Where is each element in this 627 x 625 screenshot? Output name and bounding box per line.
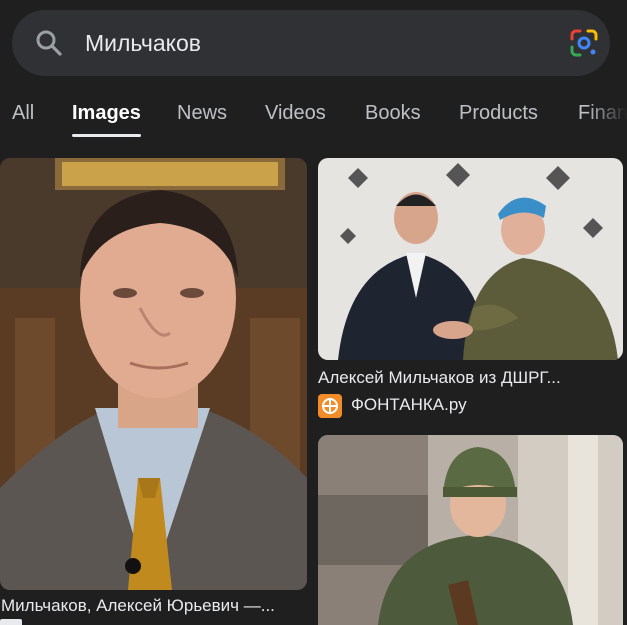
result-1-source-icon [0, 619, 22, 625]
tab-news[interactable]: News [177, 102, 227, 125]
soldier-photo [318, 435, 623, 625]
search-bar[interactable]: Мильчаков [12, 10, 610, 76]
result-image-2[interactable] [318, 158, 623, 360]
result-image-3[interactable] [318, 435, 623, 625]
portrait-photo [0, 158, 307, 590]
tab-all[interactable]: All [12, 102, 34, 125]
result-caption-2[interactable]: Алексей Мильчаков из ДШРГ... [318, 368, 561, 388]
tabs-fade [587, 98, 627, 138]
tab-videos[interactable]: Videos [265, 102, 326, 125]
result-caption-1[interactable]: Мильчаков, Алексей Юрьевич —... [1, 596, 275, 616]
fontanka-favicon-icon [318, 394, 342, 418]
source-name: ФОНТАНКА.ру [351, 395, 467, 414]
handshake-photo [318, 158, 623, 360]
active-tab-indicator [72, 134, 141, 137]
search-input[interactable]: Мильчаков [85, 29, 201, 57]
tab-images[interactable]: Images [72, 102, 141, 125]
tab-books[interactable]: Books [365, 102, 421, 125]
google-lens-icon[interactable] [568, 27, 600, 59]
search-tabs: All Images News Videos Books Products Fi… [0, 98, 627, 138]
search-icon[interactable] [34, 28, 64, 58]
tab-products[interactable]: Products [459, 102, 538, 125]
result-image-1[interactable] [0, 158, 307, 590]
